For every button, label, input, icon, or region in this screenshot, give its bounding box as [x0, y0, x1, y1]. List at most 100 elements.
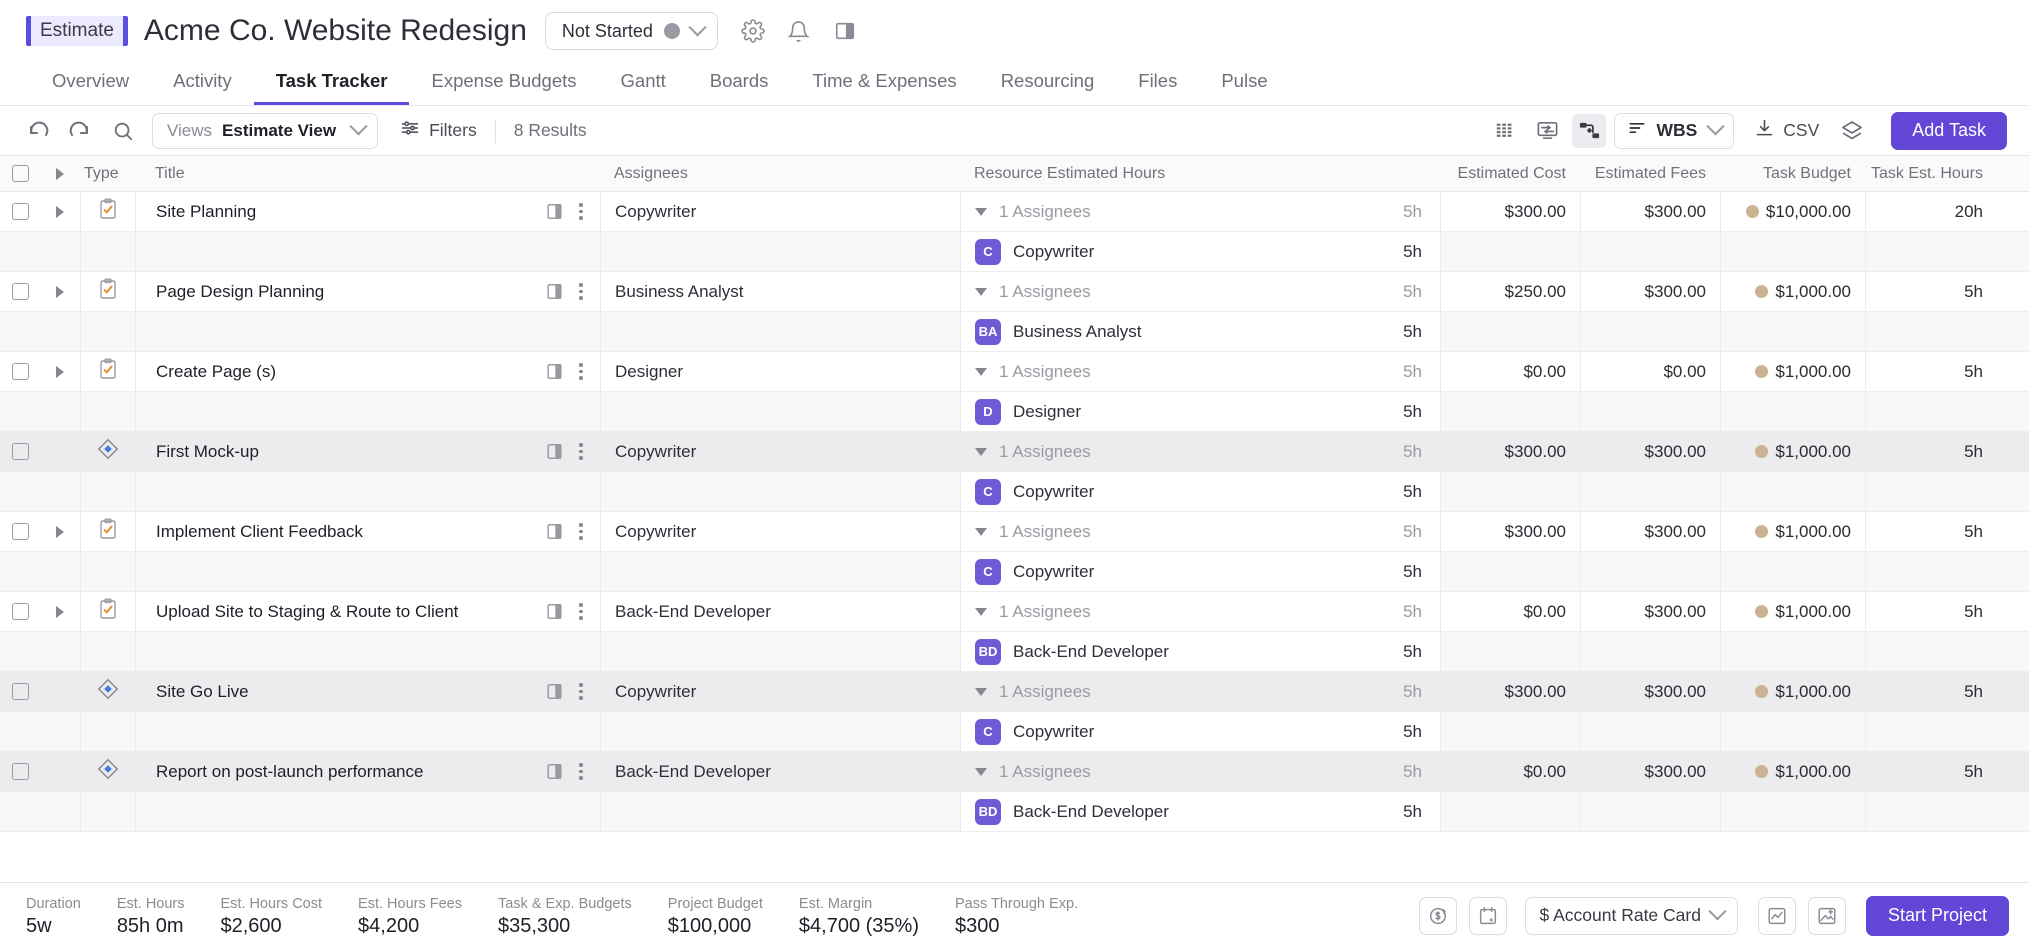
task-est-hours-cell[interactable]: 5h: [1865, 752, 2005, 791]
row-menu-icon[interactable]: [570, 363, 592, 380]
estimated-fees-cell[interactable]: $300.00: [1580, 752, 1720, 791]
task-est-hours-cell[interactable]: 5h: [1865, 672, 2005, 711]
table-row[interactable]: Report on post-launch performance Back-En…: [0, 752, 2029, 792]
assignee-cell[interactable]: Back-End Developer: [600, 752, 960, 791]
assignee-cell[interactable]: Copywriter: [600, 432, 960, 471]
resource-hours-cell[interactable]: 1 Assignees 5h: [960, 672, 1440, 711]
table-row[interactable]: First Mock-up Copywriter 1 Assignees 5h $300…: [0, 432, 2029, 472]
triangle-right-icon[interactable]: [56, 525, 64, 538]
task-budget-cell[interactable]: $1,000.00: [1720, 512, 1865, 551]
column-header-resource-hours[interactable]: Resource Estimated Hours: [960, 156, 1440, 191]
task-title-cell[interactable]: Report on post-launch performance: [135, 752, 600, 791]
checkbox-icon[interactable]: [11, 363, 29, 380]
open-panel-icon[interactable]: [545, 202, 564, 221]
row-expand-toggle[interactable]: [40, 365, 80, 378]
row-menu-icon[interactable]: [570, 443, 592, 460]
resource-hours-cell[interactable]: 1 Assignees 5h: [960, 272, 1440, 311]
open-panel-icon[interactable]: [545, 442, 564, 461]
triangle-down-icon[interactable]: [975, 687, 987, 696]
csv-export-button[interactable]: CSV: [1754, 118, 1819, 144]
checkbox-icon[interactable]: [11, 283, 29, 300]
triangle-down-icon[interactable]: [975, 207, 987, 216]
checkbox-icon[interactable]: [11, 603, 29, 620]
row-expand-toggle[interactable]: [40, 605, 80, 618]
tab-pulse[interactable]: Pulse: [1199, 70, 1289, 105]
task-type-icon-cell[interactable]: [80, 592, 135, 631]
task-budget-cell[interactable]: $1,000.00: [1720, 672, 1865, 711]
estimated-cost-cell[interactable]: $0.00: [1440, 592, 1580, 631]
assignee-cell[interactable]: Copywriter: [600, 672, 960, 711]
assignee-detail-row[interactable]: C Copywriter 5h: [0, 232, 2029, 272]
assignee-row-cell[interactable]: BD Back-End Developer 5h: [960, 792, 1440, 831]
resource-hours-cell[interactable]: 1 Assignees 5h: [960, 592, 1440, 631]
tab-resourcing[interactable]: Resourcing: [979, 70, 1117, 105]
row-checkbox[interactable]: [0, 603, 40, 620]
filters-button[interactable]: Filters: [400, 118, 477, 143]
task-budget-cell[interactable]: $1,000.00: [1720, 352, 1865, 391]
task-est-hours-cell[interactable]: 5h: [1865, 272, 2005, 311]
task-title-cell[interactable]: Page Design Planning: [135, 272, 600, 311]
row-checkbox[interactable]: [0, 523, 40, 540]
estimated-fees-cell[interactable]: $300.00: [1580, 432, 1720, 471]
task-title-cell[interactable]: Implement Client Feedback: [135, 512, 600, 551]
open-panel-icon[interactable]: [545, 762, 564, 781]
assignee-row-cell[interactable]: BA Business Analyst 5h: [960, 312, 1440, 351]
open-panel-icon[interactable]: [545, 682, 564, 701]
assignee-detail-row[interactable]: C Copywriter 5h: [0, 472, 2029, 512]
assignee-cell[interactable]: Designer: [600, 352, 960, 391]
table-row[interactable]: Page Design Planning Business Analyst 1 As…: [0, 272, 2029, 312]
table-row[interactable]: Site Go Live Copywriter 1 Assignees 5h $300.…: [0, 672, 2029, 712]
redo-icon[interactable]: [62, 114, 96, 148]
panel-icon[interactable]: [832, 18, 858, 44]
table-row[interactable]: Create Page (s) Designer 1 Assignees 5h $0.0…: [0, 352, 2029, 392]
triangle-right-icon[interactable]: [56, 605, 64, 618]
estimated-fees-cell[interactable]: $0.00: [1580, 352, 1720, 391]
assignee-row-cell[interactable]: C Copywriter 5h: [960, 232, 1440, 271]
row-checkbox[interactable]: [0, 683, 40, 700]
row-expand-toggle[interactable]: [40, 525, 80, 538]
task-budget-cell[interactable]: $10,000.00: [1720, 192, 1865, 231]
estimated-cost-cell[interactable]: $0.00: [1440, 752, 1580, 791]
resource-hours-cell[interactable]: 1 Assignees 5h: [960, 752, 1440, 791]
triangle-right-icon[interactable]: [56, 205, 64, 218]
row-checkbox[interactable]: [0, 203, 40, 220]
task-est-hours-cell[interactable]: 5h: [1865, 592, 2005, 631]
expand-all-toggle[interactable]: [40, 167, 80, 180]
assignee-cell[interactable]: Copywriter: [600, 512, 960, 551]
column-header-assignees[interactable]: Assignees: [600, 156, 960, 191]
task-type-icon-cell[interactable]: [80, 272, 135, 311]
table-row[interactable]: Upload Site to Staging & Route to Client…: [0, 592, 2029, 632]
assignee-row-cell[interactable]: C Copywriter 5h: [960, 552, 1440, 591]
triangle-right-icon[interactable]: [56, 167, 64, 180]
task-budget-cell[interactable]: $1,000.00: [1720, 752, 1865, 791]
estimated-fees-cell[interactable]: $300.00: [1580, 272, 1720, 311]
row-menu-icon[interactable]: [570, 763, 592, 780]
estimated-fees-cell[interactable]: $300.00: [1580, 192, 1720, 231]
add-task-button[interactable]: Add Task: [1891, 111, 2007, 150]
estimated-cost-cell[interactable]: $300.00: [1440, 192, 1580, 231]
row-menu-icon[interactable]: [570, 523, 592, 540]
checkbox-icon[interactable]: [11, 165, 29, 182]
chart-icon[interactable]: [1757, 896, 1796, 935]
task-title-cell[interactable]: Upload Site to Staging & Route to Client: [135, 592, 600, 631]
bell-icon[interactable]: [786, 18, 812, 44]
assignee-cell[interactable]: Copywriter: [600, 192, 960, 231]
column-header-estimated-fees[interactable]: Estimated Fees: [1580, 156, 1720, 191]
resource-hours-cell[interactable]: 1 Assignees 5h: [960, 192, 1440, 231]
status-dropdown[interactable]: Not Started: [544, 12, 718, 50]
row-checkbox[interactable]: [0, 283, 40, 300]
assignee-row-cell[interactable]: BD Back-End Developer 5h: [960, 632, 1440, 671]
select-all-checkbox[interactable]: [0, 165, 40, 182]
task-type-icon-cell[interactable]: [80, 752, 135, 791]
checkbox-icon[interactable]: [11, 523, 29, 540]
views-dropdown[interactable]: Views Estimate View: [152, 112, 379, 149]
assignee-row-cell[interactable]: C Copywriter 5h: [960, 472, 1440, 511]
open-panel-icon[interactable]: [545, 282, 564, 301]
checkbox-icon[interactable]: [11, 763, 29, 780]
undo-icon[interactable]: [22, 114, 56, 148]
open-panel-icon[interactable]: [545, 362, 564, 381]
triangle-down-icon[interactable]: [975, 287, 987, 296]
row-expand-toggle[interactable]: [40, 205, 80, 218]
image-add-icon[interactable]: [1807, 896, 1846, 935]
tab-time-expenses[interactable]: Time & Expenses: [790, 70, 978, 105]
